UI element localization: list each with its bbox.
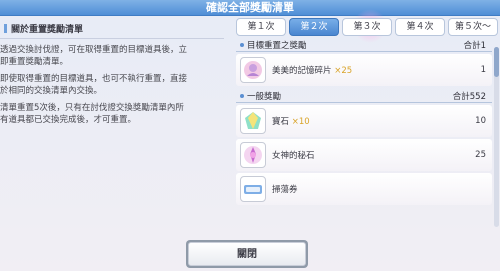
- window-title: 確認全部獎勵清單: [0, 0, 500, 16]
- general-group-total: 合計552: [452, 92, 486, 102]
- list-item: 女神的秘石 25: [236, 139, 492, 171]
- item-count: 1: [480, 65, 486, 75]
- info-panel: 關於重置獎勵清單 透過交換討伐證，可在取得重置的目標道具後，立 即重置獎勵清單。…: [0, 17, 228, 237]
- general-group-header: 一般獎勵 合計552: [236, 90, 492, 103]
- bullet-icon: [240, 43, 244, 47]
- tab-5[interactable]: 第５次～: [448, 18, 498, 36]
- list-item: 寶石 ×10 10: [236, 105, 492, 137]
- divider: [0, 38, 224, 39]
- sweep-ticket-icon: [240, 176, 266, 202]
- item-name: 美美的記憶碎片: [272, 66, 332, 76]
- target-group-header: 目標重置之獎勵 合計1: [236, 39, 492, 52]
- item-name: 掃蕩券: [272, 185, 298, 195]
- item-qty: ×25: [334, 66, 353, 76]
- jewel-icon: [240, 108, 266, 134]
- scrollbar-thumb[interactable]: [494, 47, 499, 77]
- tab-3[interactable]: 第３次: [342, 18, 392, 36]
- list-item: 美美的記憶碎片 ×25 1: [236, 54, 492, 86]
- item-count: 25: [475, 150, 486, 160]
- general-group-title: 一般獎勵: [247, 92, 282, 102]
- close-button[interactable]: 關閉: [188, 242, 306, 266]
- info-heading: 關於重置獎勵清單: [4, 22, 228, 38]
- item-name: 寶石: [272, 117, 290, 127]
- heading-bar-icon: [4, 24, 7, 33]
- goddess-stone-icon: [240, 142, 266, 168]
- reward-panel: 第１次 第２次 第３次 第４次 第５次～ 目標重置之獎勵 合計1 美美的記憶碎片…: [232, 17, 500, 237]
- tab-1[interactable]: 第１次: [236, 18, 286, 36]
- close-button-frame: 關閉: [186, 240, 308, 268]
- item-qty: ×10: [291, 117, 310, 127]
- item-name: 女神的秘石: [272, 151, 315, 161]
- info-paragraph-3: 清單重置5次後，只有在討伐證交換獎勵清單內所 有道具都已交換完成後，才可重置。: [0, 103, 184, 125]
- info-paragraph-2: 即使取得重置的目標道具，也可不執行重置，直接 於相同的交換清單內交換。: [0, 74, 188, 96]
- target-group-total: 合計1: [463, 41, 486, 51]
- list-item: 掃蕩券: [236, 173, 492, 205]
- target-group-title: 目標重置之獎勵: [247, 41, 307, 51]
- tab-2[interactable]: 第２次: [289, 18, 339, 36]
- reward-list: 目標重置之獎勵 合計1 美美的記憶碎片 ×25 1 一般獎勵 合計552 寶石 …: [236, 39, 492, 237]
- bullet-icon: [240, 94, 244, 98]
- list-scrollbar[interactable]: [494, 47, 499, 227]
- item-count: 10: [475, 116, 486, 126]
- reset-tabs: 第１次 第２次 第３次 第４次 第５次～: [232, 18, 500, 38]
- info-paragraph-1: 透過交換討伐證，可在取得重置的目標道具後，立 即重置獎勵清單。: [0, 45, 188, 67]
- memory-piece-icon: [240, 57, 266, 83]
- info-heading-text: 關於重置獎勵清單: [11, 25, 84, 35]
- tab-4[interactable]: 第４次: [395, 18, 445, 36]
